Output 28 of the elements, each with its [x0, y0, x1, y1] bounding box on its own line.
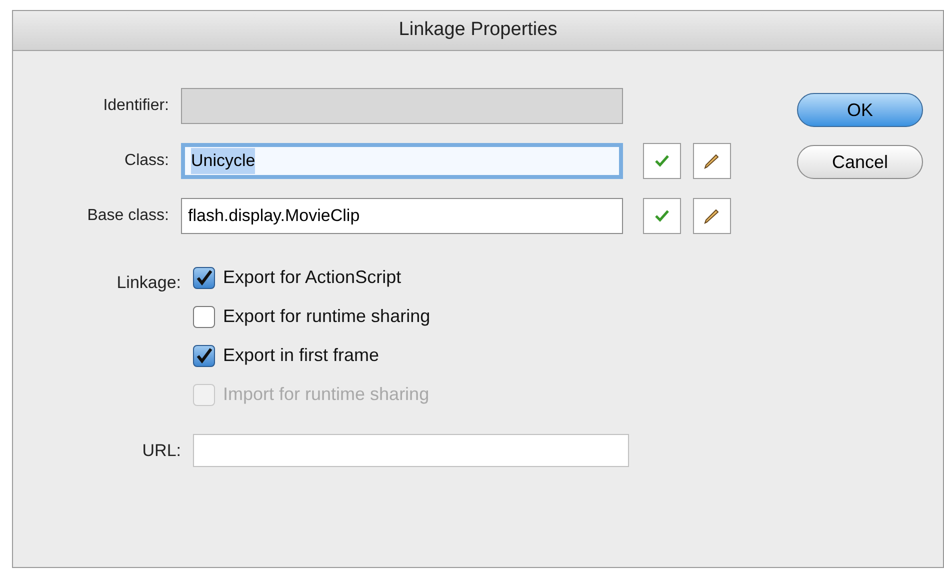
pencil-icon: [703, 152, 721, 170]
edit-button[interactable]: [693, 198, 731, 234]
edit-button[interactable]: [693, 143, 731, 179]
checkbox-label: Export for ActionScript: [223, 266, 402, 289]
linkage-label: Linkage:: [116, 272, 182, 294]
checkmark-icon: [195, 346, 213, 364]
checkbox[interactable]: [193, 306, 215, 328]
ok-button[interactable]: OK: [797, 93, 923, 127]
checkbox-label: Import for runtime sharing: [223, 383, 430, 406]
field-label: Identifier:: [102, 96, 170, 116]
check-syntax-button[interactable]: [643, 143, 681, 179]
pencil-icon: [703, 207, 721, 225]
checkbox[interactable]: [193, 266, 215, 288]
text-field[interactable]: flash.display.MovieClip: [181, 198, 623, 234]
checkbox[interactable]: [193, 344, 215, 366]
field-label: URL:: [141, 440, 182, 462]
text-field[interactable]: Unicycle: [181, 143, 623, 179]
field-label: Class:: [124, 151, 170, 171]
cancel-button[interactable]: Cancel: [797, 145, 923, 179]
field-label: Base class:: [86, 206, 170, 226]
checkmark-icon: [654, 209, 670, 223]
check-syntax-button[interactable]: [643, 198, 681, 234]
checkbox-label: Export in first frame: [223, 344, 380, 367]
checkmark-icon: [654, 154, 670, 168]
window-title: Linkage Properties: [398, 18, 558, 42]
checkmark-icon: [195, 268, 213, 286]
url-field[interactable]: [193, 434, 629, 467]
checkbox-label: Export for runtime sharing: [223, 305, 430, 328]
